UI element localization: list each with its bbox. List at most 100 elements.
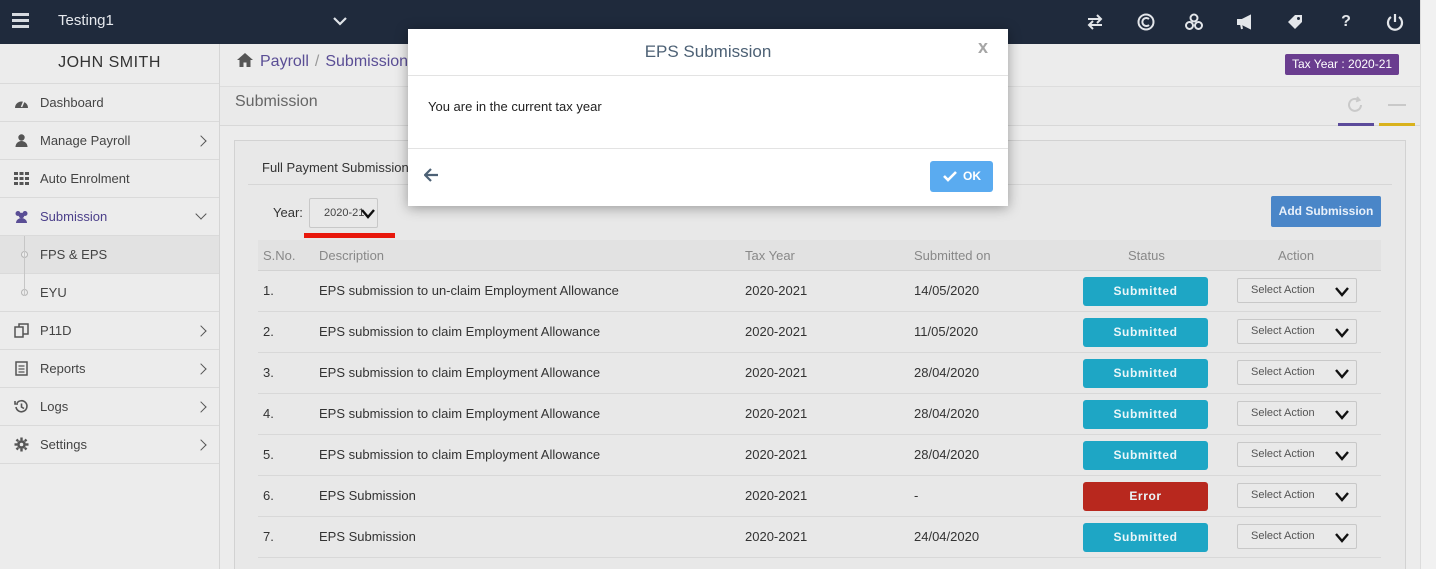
sidebar-item-label: FPS & EPS xyxy=(40,247,108,262)
tax-year-badge: Tax Year : 2020-21 xyxy=(1285,54,1400,75)
panel-title: Full Payment Submission xyxy=(262,160,409,175)
chevron-right-icon xyxy=(195,401,207,413)
cell-description: EPS submission to claim Employment Allow… xyxy=(319,406,601,421)
cell-description: EPS submission to un-claim Employment Al… xyxy=(319,283,619,298)
transfer-icon[interactable] xyxy=(1085,12,1105,32)
sidebar-item-label: Dashboard xyxy=(40,95,104,110)
tag-icon[interactable] xyxy=(1285,12,1305,32)
table-row: 3. EPS submission to claim Employment Al… xyxy=(258,353,1381,394)
history-icon xyxy=(14,399,28,413)
sidebar-item-settings[interactable]: Settings xyxy=(0,426,219,464)
breadcrumb-submissions[interactable]: Submissions xyxy=(325,53,416,70)
sidebar-subitem-fps-eps[interactable]: FPS & EPS xyxy=(0,236,219,274)
chevron-right-icon xyxy=(195,363,207,375)
action-select[interactable]: Select Action xyxy=(1237,360,1357,385)
cell-sno: 2. xyxy=(263,324,274,339)
annotation-underline xyxy=(304,233,395,238)
close-icon[interactable]: x xyxy=(978,37,988,57)
action-select[interactable]: Select Action xyxy=(1237,483,1357,508)
action-select-placeholder: Select Action xyxy=(1251,325,1315,337)
grid-icon xyxy=(14,172,29,185)
collapse-icon[interactable] xyxy=(1388,104,1406,106)
cell-tax-year: 2020-2021 xyxy=(745,529,808,544)
sidebar-item-label: Reports xyxy=(40,361,86,376)
copy-icon xyxy=(14,323,29,338)
refresh-icon[interactable] xyxy=(1346,96,1364,114)
users-icon xyxy=(15,211,28,223)
menu-icon[interactable] xyxy=(12,13,29,29)
add-submission-button[interactable]: Add Submission xyxy=(1271,196,1381,227)
breadcrumb-payroll[interactable]: Payroll xyxy=(260,53,309,70)
cell-tax-year: 2020-2021 xyxy=(745,365,808,380)
home-icon[interactable] xyxy=(236,52,254,68)
cell-tax-year: 2020-2021 xyxy=(745,406,808,421)
table-row: 2. EPS submission to claim Employment Al… xyxy=(258,312,1381,353)
modal-title: EPS Submission xyxy=(408,29,1008,76)
ok-button-label: OK xyxy=(963,169,981,183)
cell-tax-year: 2020-2021 xyxy=(745,488,808,503)
status-badge: Submitted xyxy=(1083,441,1208,470)
year-label: Year: xyxy=(273,205,303,220)
sidebar-item-label: Manage Payroll xyxy=(40,133,131,148)
cell-sno: 3. xyxy=(263,365,274,380)
table-row: 1. EPS submission to un-claim Employment… xyxy=(258,271,1381,312)
eps-submission-modal: EPS Submission x You are in the current … xyxy=(408,29,1008,206)
cell-description: EPS submission to claim Employment Allow… xyxy=(319,447,601,462)
page-scrollbar[interactable] xyxy=(1420,0,1436,569)
status-badge: Submitted xyxy=(1083,400,1208,429)
help-icon[interactable]: ? xyxy=(1336,12,1356,32)
action-select[interactable]: Select Action xyxy=(1237,278,1357,303)
chevron-down-icon xyxy=(1335,533,1349,543)
cell-description: EPS Submission xyxy=(319,488,416,503)
megaphone-icon[interactable] xyxy=(1235,12,1255,32)
modules-icon[interactable] xyxy=(1184,12,1204,32)
check-icon xyxy=(943,171,957,182)
chevron-down-icon[interactable] xyxy=(332,13,348,29)
header-description: Description xyxy=(319,248,385,263)
cell-sno: 7. xyxy=(263,529,274,544)
chevron-right-icon xyxy=(195,325,207,337)
cell-description: EPS submission to claim Employment Allow… xyxy=(319,324,601,339)
cell-submitted-on: 24/04/2020 xyxy=(914,529,980,544)
sidebar-item-auto-enrolment[interactable]: Auto Enrolment xyxy=(0,160,219,198)
cell-tax-year: 2020-2021 xyxy=(745,447,808,462)
breadcrumb: Payroll / Submissions xyxy=(236,52,416,71)
sidebar-item-manage-payroll[interactable]: Manage Payroll xyxy=(0,122,219,160)
action-select-placeholder: Select Action xyxy=(1251,284,1315,296)
sidebar-item-p11d[interactable]: P11D xyxy=(0,312,219,350)
action-select[interactable]: Select Action xyxy=(1237,319,1357,344)
ok-button[interactable]: OK xyxy=(930,161,993,192)
header-submitted-on: Submitted on xyxy=(914,248,991,263)
cell-sno: 5. xyxy=(263,447,274,462)
arrow-left-icon[interactable] xyxy=(424,168,439,182)
sidebar-item-submission[interactable]: Submission xyxy=(0,198,219,236)
currency-icon[interactable] xyxy=(1136,12,1156,32)
cell-sno: 4. xyxy=(263,406,274,421)
chevron-down-icon xyxy=(195,208,207,220)
year-select[interactable]: 2020-21 xyxy=(309,198,378,228)
action-select-placeholder: Select Action xyxy=(1251,489,1315,501)
action-select[interactable]: Select Action xyxy=(1237,401,1357,426)
action-select[interactable]: Select Action xyxy=(1237,442,1357,467)
header-sno: S.No. xyxy=(263,248,296,263)
sidebar-item-logs[interactable]: Logs xyxy=(0,388,219,426)
action-select[interactable]: Select Action xyxy=(1237,524,1357,549)
sidebar-item-label: Auto Enrolment xyxy=(40,171,130,186)
sidebar-subitem-eyu[interactable]: EYU xyxy=(0,274,219,312)
cell-sno: 1. xyxy=(263,283,274,298)
status-badge: Submitted xyxy=(1083,318,1208,347)
power-icon[interactable] xyxy=(1385,12,1405,32)
table-row: 6. EPS Submission 2020-2021 - Error Sele… xyxy=(258,476,1381,517)
status-badge: Submitted xyxy=(1083,523,1208,552)
sidebar-item-label: Submission xyxy=(40,209,108,224)
chevron-right-icon xyxy=(195,439,207,451)
sidebar-item-label: Logs xyxy=(40,399,69,414)
gear-icon xyxy=(14,437,29,452)
sidebar-item-label: EYU xyxy=(40,285,67,300)
breadcrumb-separator: / xyxy=(314,53,320,70)
cell-submitted-on: 28/04/2020 xyxy=(914,406,980,421)
sidebar-item-reports[interactable]: Reports xyxy=(0,350,219,388)
sidebar-item-dashboard[interactable]: Dashboard xyxy=(0,84,219,122)
header-tax-year: Tax Year xyxy=(745,248,795,263)
cell-description: EPS submission to claim Employment Allow… xyxy=(319,365,601,380)
